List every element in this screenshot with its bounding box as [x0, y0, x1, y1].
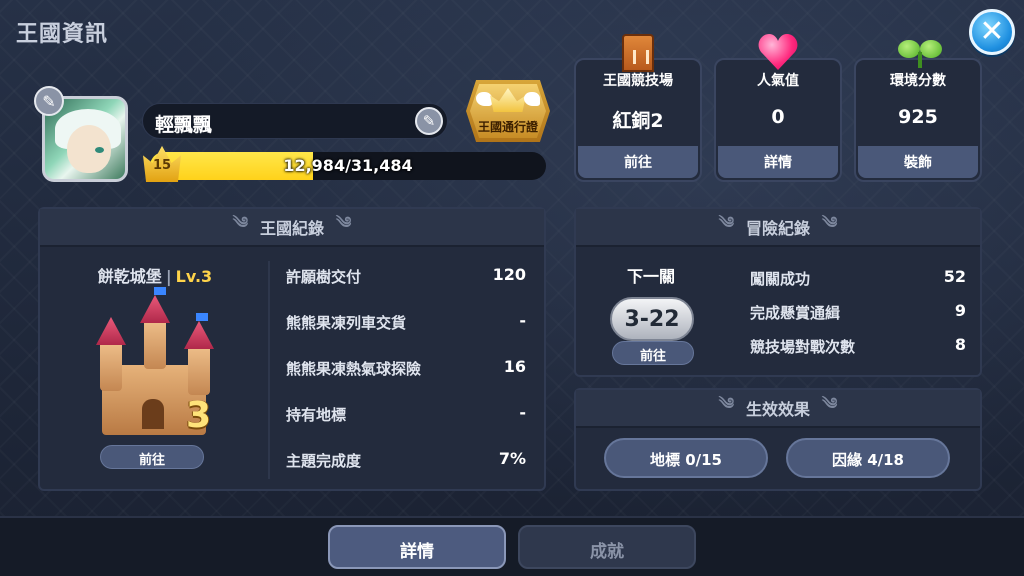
- kingdom-record-panel: ༄ 王國紀錄 ༄ 餅乾城堡 | Lv.3 3 前往 許願樹交付 120 熊熊果凍列車…: [38, 207, 546, 491]
- record-row: 熊熊果凍列車交貨 -: [286, 311, 526, 332]
- stat-label: 王國競技場: [603, 73, 673, 89]
- bottom-tab-bar: 詳情 成就: [0, 516, 1024, 576]
- swirl-ornament-icon: ༄: [336, 212, 352, 232]
- stat-card-arena: 王國競技場 紅銅2 前往: [574, 34, 702, 182]
- tab-details[interactable]: 詳情: [328, 525, 506, 569]
- arena-go-button[interactable]: 前往: [578, 146, 698, 178]
- stat-card-environment: 環境分數 925 裝飾: [854, 40, 982, 182]
- name-edit-pencil-icon[interactable]: ✎: [415, 107, 443, 135]
- avatar-face: [67, 125, 111, 173]
- swirl-ornament-icon: ༄: [822, 212, 838, 232]
- panel-header: ༄ 冒險紀錄 ༄: [576, 209, 980, 247]
- castle-level-number: 3: [186, 395, 212, 436]
- avatar-eye: [95, 147, 104, 153]
- page-title: 王國資訊: [16, 22, 109, 47]
- next-stage-badge: 3-22: [610, 297, 694, 341]
- stat-value: 紅銅2: [612, 110, 664, 132]
- castle-level: Lv.3: [175, 267, 213, 286]
- close-icon[interactable]: ✕: [969, 9, 1015, 55]
- record-row: 主題完成度 7%: [286, 449, 526, 470]
- swirl-ornament-icon: ༄: [718, 393, 734, 413]
- adventure-record-title: 冒險紀錄: [745, 219, 810, 238]
- swirl-ornament-icon: ༄: [822, 393, 838, 413]
- stat-value: 925: [898, 106, 938, 128]
- player-name: 輕飄飄: [155, 114, 213, 136]
- tab-achievements[interactable]: 成就: [518, 525, 696, 569]
- bond-effect-button[interactable]: 因緣 4/18: [786, 438, 950, 478]
- swirl-ornament-icon: ༄: [718, 212, 734, 232]
- stat-label: 環境分數: [890, 73, 946, 89]
- decorate-button[interactable]: 裝飾: [858, 146, 978, 178]
- record-row: 熊熊果凍熱氣球探險 16: [286, 357, 526, 378]
- player-level: 15: [152, 158, 172, 173]
- panel-header: ༄ 生效效果 ༄: [576, 390, 980, 428]
- adventure-go-button[interactable]: 前往: [612, 341, 694, 365]
- record-row: 競技場對戰次數 8: [750, 335, 966, 356]
- popularity-details-button[interactable]: 詳情: [718, 146, 838, 178]
- record-row: 持有地標 -: [286, 403, 526, 424]
- xp-text: 12,984/31,484: [283, 156, 413, 175]
- active-effects-panel: ༄ 生效效果 ༄ 地標 0/15 因緣 4/18: [574, 388, 982, 491]
- swirl-ornament-icon: ༄: [232, 212, 248, 232]
- stat-card-popularity: 人氣值 0 詳情: [714, 58, 842, 182]
- stat-value: 0: [771, 106, 785, 128]
- kingdom-record-title: 王國紀錄: [259, 219, 324, 238]
- wing-icon: [476, 92, 492, 106]
- wing-icon: [524, 92, 540, 106]
- landmark-effect-button[interactable]: 地標 0/15: [604, 438, 768, 478]
- level-badge: 15: [143, 144, 181, 182]
- castle-name: 餅乾城堡: [97, 267, 162, 286]
- xp-progress-bar: 12,984/31,484: [150, 152, 546, 180]
- record-row: 完成懸賞通緝 9: [750, 301, 966, 322]
- avatar-edit-pencil-icon[interactable]: ✎: [34, 86, 64, 116]
- stat-label: 人氣值: [757, 73, 799, 89]
- arena-tower-icon: [618, 34, 658, 74]
- heart-icon: [758, 34, 798, 74]
- divider: [268, 261, 270, 479]
- adventure-record-panel: ༄ 冒險紀錄 ༄ 下一關 3-22 前往 闖關成功 52 完成懸賞通緝 9 競技…: [574, 207, 982, 377]
- castle-title: 餅乾城堡 | Lv.3: [97, 267, 213, 286]
- clover-icon: [898, 34, 942, 74]
- castle-go-button[interactable]: 前往: [100, 445, 204, 469]
- name-bar: 輕飄飄 ✎: [142, 103, 448, 139]
- next-stage-label: 下一關: [626, 267, 675, 286]
- active-effects-title: 生效效果: [745, 400, 810, 419]
- kingdom-pass-label: 王國通行證: [477, 120, 538, 134]
- record-row: 闖關成功 52: [750, 267, 966, 288]
- record-row: 許願樹交付 120: [286, 265, 526, 286]
- kingdom-pass-button[interactable]: 王國通行證: [466, 80, 550, 142]
- panel-header: ༄ 王國紀錄 ༄: [40, 209, 544, 247]
